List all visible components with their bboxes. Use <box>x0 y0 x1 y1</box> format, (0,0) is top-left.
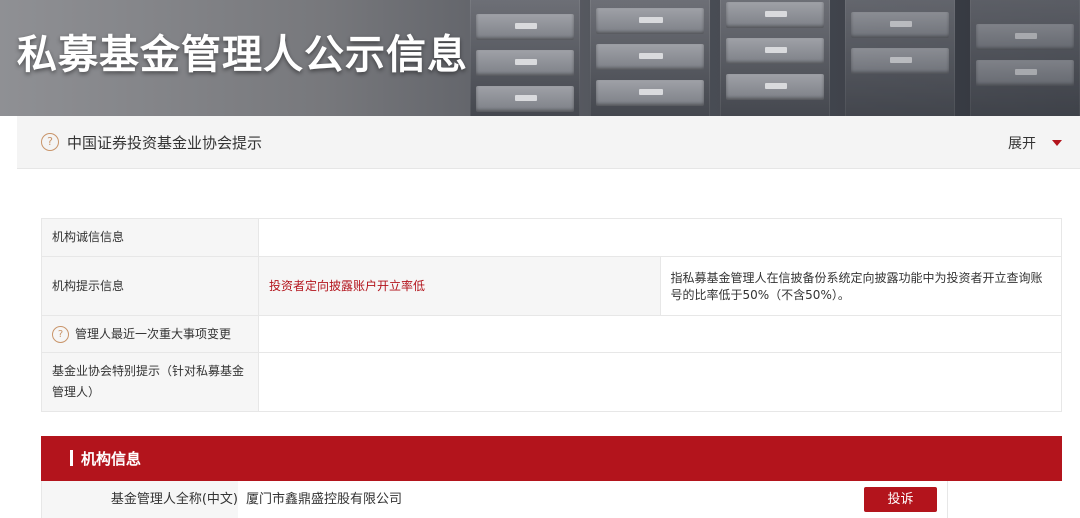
section-marker <box>70 450 73 466</box>
cabinet-decoration <box>845 0 955 116</box>
row-label: 基金业协会特别提示（针对私募基金管理人） <box>41 352 259 412</box>
cabinet-decoration <box>470 0 580 116</box>
org-name-value: 厦门市鑫鼎盛控股有限公司 <box>246 492 403 507</box>
warning-description: 指私募基金管理人在信披备份系统定向披露功能中为投资者开立查询账号的比率低于50%… <box>659 256 1062 316</box>
row-label: 基金管理人全称(中文) <box>42 481 238 518</box>
page-banner: 私募基金管理人公示信息 <box>0 0 1080 116</box>
caret-down-icon[interactable] <box>1052 140 1062 146</box>
row-label: 机构诚信信息 <box>41 218 259 257</box>
row-label: 机构提示信息 <box>41 256 259 316</box>
section-header-org-info: 机构信息 <box>41 436 1062 481</box>
warning-tag: 投资者定向披露账户开立率低 <box>258 256 661 316</box>
expand-toggle[interactable]: 展开 <box>1008 133 1036 153</box>
row-label: 管理人最近一次重大事项变更 <box>75 326 232 341</box>
table-row: 基金管理人全称(中文) 厦门市鑫鼎盛控股有限公司 投诉 <box>41 481 1063 518</box>
table-row: 机构诚信信息 <box>41 218 1062 257</box>
question-circle-icon: ? <box>41 133 59 151</box>
row-value-empty <box>258 315 1062 353</box>
table-row: 机构提示信息 投资者定向披露账户开立率低 指私募基金管理人在信披备份系统定向披露… <box>41 256 1062 316</box>
divider <box>947 481 948 518</box>
integrity-info-table: 机构诚信信息 机构提示信息 投资者定向披露账户开立率低 指私募基金管理人在信披备… <box>41 218 1062 412</box>
section-title: 机构信息 <box>81 450 142 468</box>
left-spacer <box>0 116 17 168</box>
row-value-empty <box>258 352 1062 412</box>
table-row: ? 管理人最近一次重大事项变更 <box>41 315 1062 353</box>
association-notice-bar[interactable]: ? 中国证券投资基金业协会提示 展开 <box>17 116 1080 169</box>
page-title: 私募基金管理人公示信息 <box>17 32 468 78</box>
complaint-button[interactable]: 投诉 <box>864 487 937 512</box>
cabinet-decoration <box>720 0 830 116</box>
row-value-empty <box>258 218 1062 257</box>
cabinet-decoration <box>590 0 710 116</box>
question-circle-icon[interactable]: ? <box>52 325 69 343</box>
notice-title: 中国证券投资基金业协会提示 <box>67 134 263 152</box>
cabinet-decoration <box>970 0 1080 116</box>
org-name-label: 基金管理人全称(中文) <box>110 492 238 507</box>
row-label-with-help: ? 管理人最近一次重大事项变更 <box>41 315 259 353</box>
table-row: 基金业协会特别提示（针对私募基金管理人） <box>41 352 1062 412</box>
